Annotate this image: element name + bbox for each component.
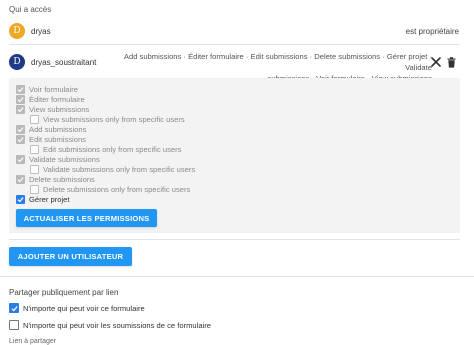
check-icon bbox=[17, 86, 24, 92]
permission-item: Delete submissions bbox=[16, 174, 95, 184]
permission-label: View submissions only from specific user… bbox=[43, 114, 185, 124]
permission-label: Validate submissions only from specific … bbox=[43, 164, 196, 174]
checkbox bbox=[30, 144, 39, 154]
access-section-title: Qui a accès bbox=[9, 5, 52, 14]
divider bbox=[9, 44, 460, 45]
permission-item: Delete submissions only from specific us… bbox=[30, 184, 190, 194]
check-icon bbox=[17, 136, 24, 142]
close-icon[interactable] bbox=[430, 56, 442, 68]
permission-label: Éditer formulaire bbox=[29, 94, 85, 104]
permission-label: Validate submissions bbox=[29, 154, 100, 164]
permission-label: Gérer projet bbox=[29, 194, 70, 204]
permission-label: Edit submissions only from specific user… bbox=[43, 144, 182, 154]
share-option-view-submissions[interactable]: N'importe qui peut voir les soumissions … bbox=[9, 320, 211, 330]
share-section-title: Partager publiquement par lien bbox=[9, 288, 119, 297]
divider bbox=[0, 276, 474, 277]
avatar: D bbox=[9, 23, 25, 39]
avatar: D bbox=[9, 54, 25, 70]
user-row-collaborator: D dryas_soustraitant Add submissions · É… bbox=[9, 49, 459, 83]
divider bbox=[9, 239, 460, 240]
permission-item: Éditer formulaire bbox=[16, 94, 85, 104]
permission-item: Validate submissions bbox=[16, 154, 100, 164]
update-permissions-button[interactable]: ACTUALISER LES PERMISSIONS bbox=[16, 209, 157, 227]
permission-label: Add submissions bbox=[29, 124, 87, 134]
check-icon bbox=[17, 156, 24, 162]
permission-item: Voir formulaire bbox=[16, 84, 78, 94]
checkbox[interactable] bbox=[16, 194, 25, 204]
checkbox[interactable] bbox=[9, 320, 19, 330]
permission-item: Edit submissions only from specific user… bbox=[30, 144, 181, 154]
add-user-button[interactable]: AJOUTER UN UTILISATEUR bbox=[9, 247, 132, 266]
check-icon bbox=[17, 176, 24, 182]
check-icon bbox=[17, 96, 24, 102]
check-icon bbox=[17, 196, 24, 202]
user-row-owner: D dryas est propriétaire bbox=[9, 21, 459, 41]
check-icon bbox=[17, 126, 24, 132]
share-option-label: N'importe qui peut voir ce formulaire bbox=[23, 303, 145, 313]
permission-item: Edit submissions bbox=[16, 134, 86, 144]
checkbox bbox=[30, 114, 39, 124]
permission-item: View submissions bbox=[16, 104, 89, 114]
permission-label: Delete submissions bbox=[29, 174, 95, 184]
checkbox bbox=[30, 184, 39, 194]
share-option-label: N'importe qui peut voir les soumissions … bbox=[23, 320, 211, 330]
permission-item: Validate submissions only from specific … bbox=[30, 164, 195, 174]
checkbox bbox=[16, 154, 25, 164]
checkbox bbox=[16, 134, 25, 144]
checkbox bbox=[16, 94, 25, 104]
share-option-view-form[interactable]: N'importe qui peut voir ce formulaire bbox=[9, 303, 145, 313]
check-icon bbox=[17, 106, 24, 112]
checkbox bbox=[16, 124, 25, 134]
permissions-panel: Voir formulaire Éditer formulaire View sub… bbox=[9, 78, 460, 233]
permission-label: View submissions bbox=[29, 104, 90, 114]
checkbox bbox=[16, 174, 25, 184]
permission-label: Edit submissions bbox=[29, 134, 86, 144]
owner-role-label: est propriétaire bbox=[405, 27, 459, 36]
trash-icon[interactable] bbox=[445, 56, 457, 68]
username: dryas_soustraitant bbox=[31, 58, 97, 67]
checkbox bbox=[30, 164, 39, 174]
permission-label: Voir formulaire bbox=[29, 84, 78, 94]
checkbox[interactable] bbox=[9, 303, 19, 313]
check-icon bbox=[10, 305, 18, 311]
share-link-label: Lien à partager bbox=[9, 338, 57, 345]
permission-label: Delete submissions only from specific us… bbox=[43, 184, 191, 194]
permission-item[interactable]: Gérer projet bbox=[16, 194, 70, 204]
checkbox bbox=[16, 84, 25, 94]
permission-item: View submissions only from specific user… bbox=[30, 114, 185, 124]
permissions-summary-line: Add submissions · Éditer formulaire · Ed… bbox=[123, 52, 432, 72]
permission-item: Add submissions bbox=[16, 124, 86, 134]
checkbox bbox=[16, 104, 25, 114]
username: dryas bbox=[31, 27, 51, 36]
